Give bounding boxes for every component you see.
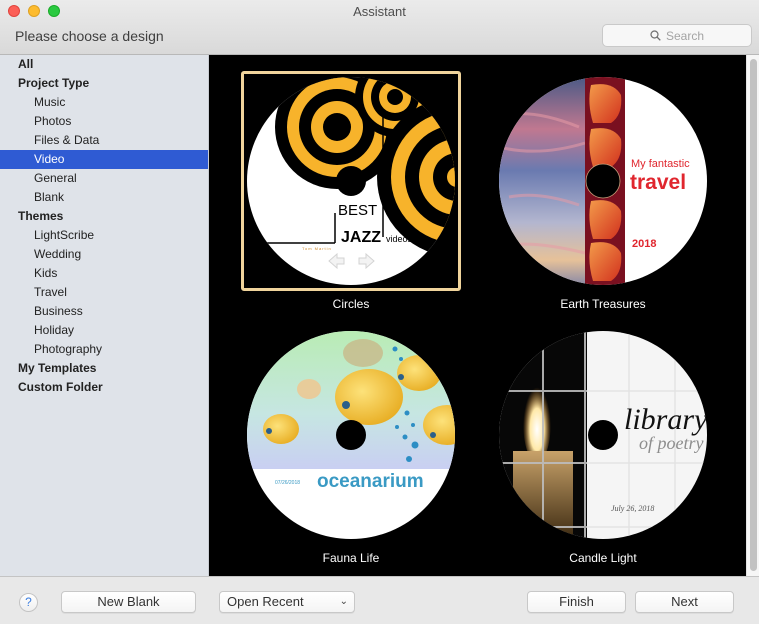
scrollbar-thumb[interactable] [750,59,757,571]
sidebar-item-travel[interactable]: Travel [0,283,208,302]
disc-hole [588,420,618,450]
design-card-candle-light[interactable]: library of poetry July 26, 2018 Candle L… [493,325,713,576]
disc-text-author: Tom Martin [302,246,332,251]
disc-hole [585,163,621,199]
sidebar-item-custom-folder[interactable]: Custom Folder [0,378,208,397]
sidebar-item-video[interactable]: Video [0,150,208,169]
disc-text-my-fantastic: My fantastic [631,158,690,170]
sidebar-item-photos[interactable]: Photos [0,112,208,131]
disc-thumbnail-earth-treasures: My fantastic travel 2018 [499,77,707,285]
design-name: Fauna Life [322,551,380,565]
disc-text-year: 2018 [632,238,656,250]
sidebar-item-my-templates[interactable]: My Templates [0,359,208,378]
open-recent-dropdown[interactable]: Open Recent ⌄ [219,591,355,613]
design-card-circles[interactable]: BEST JAZZ videos Tom Martin Circles [241,71,461,323]
window-title: Assistant [353,4,406,19]
disc-text-best: BEST [338,202,377,219]
chevron-down-icon: ⌄ [339,596,348,607]
sidebar-item-photography[interactable]: Photography [0,340,208,359]
sidebar-item-business[interactable]: Business [0,302,208,321]
disc-text-date: July 26, 2018 [611,504,654,513]
disc-text-oceanarium: oceanarium [317,471,424,492]
sidebar-item-lightscribe[interactable]: LightScribe [0,226,208,245]
disc-text-travel: travel [630,171,686,194]
footer-bar: ? New Blank Open Recent ⌄ Finish Next [0,576,759,624]
disc-thumbnail-fauna-life: 07/26/2018 oceanarium [247,331,455,539]
sidebar-item-wedding[interactable]: Wedding [0,245,208,264]
next-button[interactable]: Next [635,591,734,613]
disc-thumbnail-circles: BEST JAZZ videos Tom Martin [247,77,455,285]
sidebar: All Project Type Music Photos Files & Data Vi… [0,55,209,576]
sidebar-list: All Project Type Music Photos Files & Data Vi… [0,55,208,397]
disc-text-date: 07/26/2018 [275,480,300,486]
design-card-earth-treasures[interactable]: My fantastic travel 2018 Earth Treasures [493,71,713,323]
help-button[interactable]: ? [19,593,38,612]
sidebar-item-general[interactable]: General [0,169,208,188]
search-placeholder: Search [665,28,705,43]
new-blank-button[interactable]: New Blank [61,591,196,613]
vertical-scrollbar[interactable] [746,55,759,576]
design-card-fauna-life[interactable]: 07/26/2018 oceanarium Fauna Life [241,325,461,576]
sidebar-item-files-data[interactable]: Files & Data [0,131,208,150]
design-name: Earth Treasures [560,297,646,311]
disc-text-jazz: JAZZ [341,229,381,246]
sidebar-item-kids[interactable]: Kids [0,264,208,283]
sidebar-item-holiday[interactable]: Holiday [0,321,208,340]
sidebar-item-all[interactable]: All [0,55,208,74]
sidebar-item-music[interactable]: Music [0,93,208,112]
disc-text-of-poetry: of poetry [639,433,704,453]
page-subtitle: Please choose a design [15,28,164,44]
open-recent-label: Open Recent [227,594,304,609]
sidebar-item-themes[interactable]: Themes [0,207,208,226]
sidebar-item-project-type[interactable]: Project Type [0,74,208,93]
sidebar-item-blank[interactable]: Blank [0,188,208,207]
design-name: Candle Light [569,551,637,565]
disc-text-videos: videos [386,234,413,244]
disc-text-library: library [624,403,707,436]
finish-button[interactable]: Finish [527,591,626,613]
search-input[interactable]: Search [602,24,752,47]
design-name: Circles [332,297,370,311]
disc-hole [336,420,366,450]
design-grid: BEST JAZZ videos Tom Martin Circles My f… [209,55,746,576]
disc-thumbnail-candle-light: library of poetry July 26, 2018 [499,331,707,539]
title-bar: Assistant Please choose a design Search [0,0,759,55]
search-icon [650,30,661,41]
disc-hole [336,166,366,196]
